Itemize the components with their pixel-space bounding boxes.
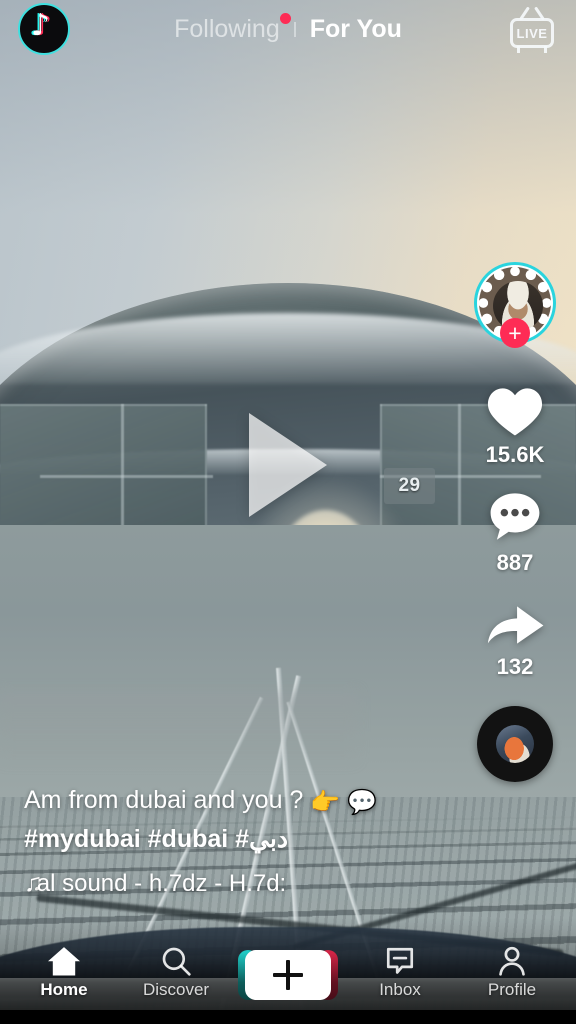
speech-balloon-emoji: 💬 bbox=[347, 788, 378, 816]
hashtags: #mydubai #dubai #دبي bbox=[24, 824, 288, 853]
person-icon bbox=[495, 943, 529, 977]
nav-item-discover[interactable]: Discover bbox=[130, 928, 222, 1000]
share-count: 132 bbox=[496, 654, 534, 679]
live-foot-right bbox=[544, 46, 547, 53]
pointing-hand-emoji: 👉 bbox=[310, 788, 341, 816]
bottom-black-bar bbox=[0, 1010, 576, 1024]
tab-for-you-label: For You bbox=[309, 14, 402, 43]
tab-following[interactable]: Following bbox=[172, 12, 291, 44]
caption-line-2[interactable]: #mydubai #dubai #دبي bbox=[24, 821, 454, 857]
plus-icon: + bbox=[508, 320, 522, 346]
tab-following-label: Following bbox=[174, 14, 280, 43]
caption-line-1[interactable]: Am from dubai and you ? 👉 💬 bbox=[24, 782, 454, 821]
nav-label-home: Home bbox=[40, 980, 88, 999]
like-count: 15.6K bbox=[485, 442, 545, 467]
tab-separator bbox=[293, 21, 296, 37]
author-avatar-button[interactable]: + bbox=[474, 262, 556, 362]
caption-text: Am from dubai and you ? bbox=[24, 785, 304, 814]
share-button[interactable]: 132 bbox=[484, 598, 546, 680]
plus-glyph bbox=[273, 960, 303, 990]
live-label: LIVE bbox=[516, 25, 548, 41]
play-triangle-icon[interactable] bbox=[249, 412, 327, 517]
comment-bubble-icon bbox=[490, 493, 540, 540]
following-badge-dot bbox=[279, 12, 291, 24]
bottom-navigation: Home Discover Inbox Profile bbox=[0, 918, 576, 1010]
heart-icon bbox=[487, 388, 543, 436]
comment-button[interactable]: 887 bbox=[485, 488, 545, 576]
window-mullion bbox=[40, 474, 214, 478]
nav-item-inbox[interactable]: Inbox bbox=[354, 928, 446, 1000]
nav-label-discover: Discover bbox=[142, 980, 210, 999]
tunnel-sign: 29 bbox=[383, 467, 436, 504]
music-title: al sound - h.7dz - H.7d: bbox=[36, 869, 287, 897]
live-tv-icon: LIVE bbox=[510, 18, 554, 48]
caption-block: Am from dubai and you ? 👉 💬 #mydubai #du… bbox=[24, 782, 454, 898]
nav-items: Home Discover Inbox Profile bbox=[0, 918, 576, 1010]
music-disc-icon bbox=[496, 725, 534, 763]
top-bar: ♪ ♪ ♪ Following For You LIVE bbox=[0, 0, 576, 58]
feed-tabs: Following For You bbox=[0, 0, 576, 58]
tiktok-feed-screen: 29 ♪ ♪ ♪ Following For You LIVE + 15.6K … bbox=[0, 0, 576, 1024]
create-inner bbox=[245, 950, 331, 1000]
nav-item-home[interactable]: Home bbox=[18, 928, 110, 1000]
home-icon bbox=[46, 943, 82, 977]
nav-item-profile[interactable]: Profile bbox=[466, 928, 558, 1000]
action-rail: + 15.6K 887 132 bbox=[467, 262, 563, 782]
live-foot-left bbox=[517, 46, 520, 53]
nav-item-create[interactable] bbox=[238, 928, 338, 1000]
share-arrow-icon bbox=[487, 606, 544, 644]
nav-label-profile: Profile bbox=[487, 980, 537, 999]
follow-button[interactable]: + bbox=[500, 318, 530, 348]
music-row[interactable]: ♫ al sound - h.7dz - H.7d: bbox=[24, 869, 354, 898]
nav-label-inbox: Inbox bbox=[379, 980, 421, 999]
like-button[interactable]: 15.6K bbox=[484, 382, 546, 468]
music-disc-button[interactable] bbox=[477, 706, 553, 782]
inbox-icon bbox=[383, 943, 417, 977]
comment-count: 887 bbox=[496, 550, 534, 575]
create-plus-icon[interactable] bbox=[238, 950, 338, 1000]
tab-for-you[interactable]: For You bbox=[308, 15, 404, 44]
motion-blur-haze bbox=[0, 691, 358, 763]
search-icon bbox=[159, 943, 193, 977]
live-button[interactable]: LIVE bbox=[506, 6, 558, 53]
